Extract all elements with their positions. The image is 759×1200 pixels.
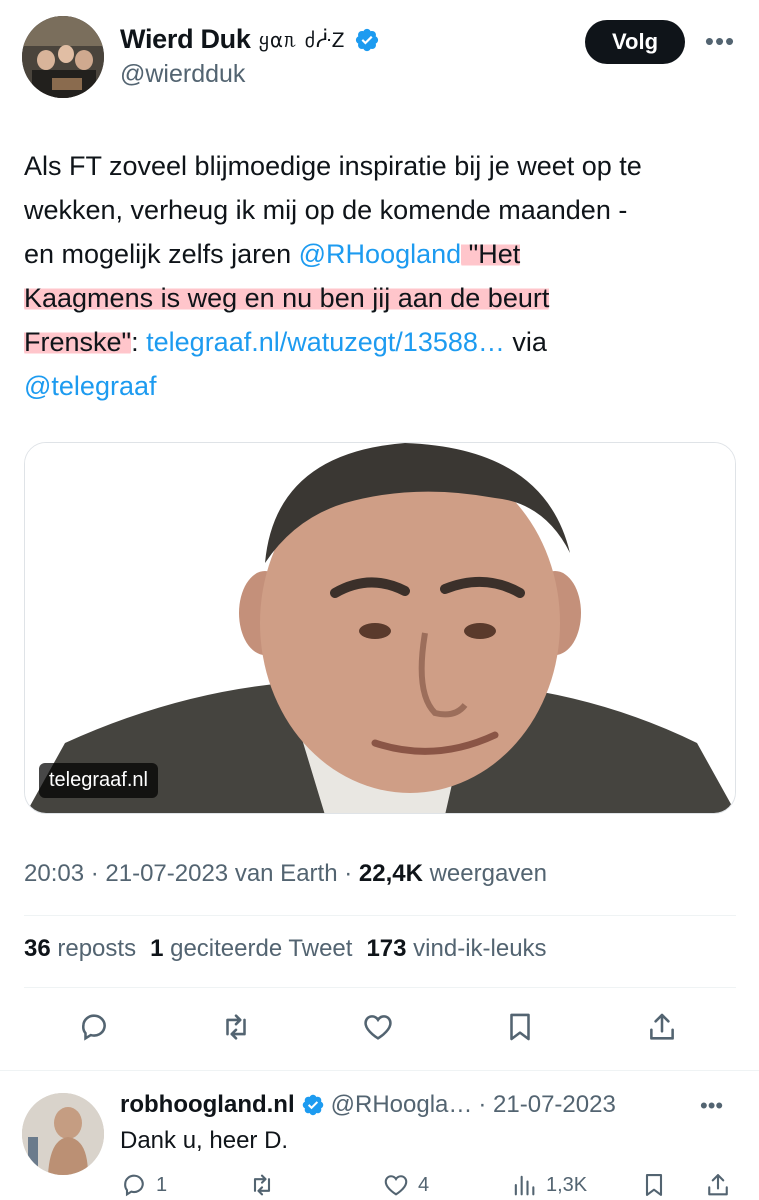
tweet-line-3: en mogelijk zelfs jaren @RHoogland "Het xyxy=(24,232,736,276)
tweet-line-6: @telegraaf xyxy=(24,364,736,408)
reply-bookmark-button[interactable] xyxy=(640,1171,668,1199)
quotes-label: geciteerde Tweet xyxy=(163,935,353,962)
reply-views-button[interactable]: 1,3K xyxy=(510,1171,587,1199)
quotes-count: 1 xyxy=(150,935,164,962)
views-chart-icon xyxy=(514,1175,535,1196)
divider xyxy=(24,987,736,988)
reply-icon xyxy=(82,1014,106,1041)
like-button[interactable] xyxy=(356,1005,400,1049)
reply-repost-button[interactable] xyxy=(248,1171,276,1199)
share-icon xyxy=(650,1013,674,1040)
tweet-line-4: Kaagmens is weg en nu ben jij aan de beu… xyxy=(24,276,736,320)
verified-badge-icon xyxy=(302,1094,323,1116)
reply-author-name[interactable]: robhoogland.nl xyxy=(120,1091,295,1119)
reply-date[interactable]: · 21-07-2023 xyxy=(478,1091,615,1119)
tweet-colon: : xyxy=(131,327,147,357)
mention-telegraaf[interactable]: @telegraaf xyxy=(24,371,156,401)
tweet-line-5: Frenske": telegraaf.nl/watuzegt/13588… v… xyxy=(24,320,736,364)
author-avatar[interactable] xyxy=(22,16,104,98)
link-preview-card[interactable]: telegraaf.nl xyxy=(24,442,736,814)
repost-icon xyxy=(253,1174,271,1196)
tweet-meta: 20:03 · 21-07-2023 van Earth · 22,4K wee… xyxy=(24,860,547,888)
quotes-stat[interactable]: 1 geciteerde Tweet xyxy=(150,935,352,962)
heart-icon xyxy=(384,1175,408,1196)
highlighted-quote-2: Kaagmens is weg en nu ben jij aan de beu… xyxy=(24,283,550,313)
author-display-name[interactable]: Wierd Duk xyxy=(120,24,251,55)
verified-badge-icon xyxy=(355,28,378,51)
likes-count: 173 xyxy=(366,935,407,962)
reply-more-options-icon[interactable]: ••• xyxy=(700,1093,723,1119)
tweet-line-3-text: en mogelijk zelfs jaren xyxy=(24,239,299,269)
card-domain-label: telegraaf.nl xyxy=(39,763,158,798)
share-icon xyxy=(708,1174,728,1196)
heart-icon xyxy=(364,1015,392,1040)
tweet-via: via xyxy=(504,327,547,357)
bookmark-icon xyxy=(645,1174,663,1196)
view-count: 22,4K xyxy=(358,860,423,887)
reply-author-handle[interactable]: @RHoogla… xyxy=(331,1091,473,1119)
bookmark-button[interactable] xyxy=(498,1005,542,1049)
author-name-suffix: ყαᥰ ძᓿᏃ xyxy=(258,27,346,52)
reposts-count: 36 xyxy=(24,935,51,962)
reposts-stat[interactable]: 36 reposts xyxy=(24,935,136,962)
card-photo xyxy=(25,443,735,813)
author-handle[interactable]: @wierdduk xyxy=(120,60,245,89)
tweet-action-bar xyxy=(0,1005,759,1055)
views-label: weergaven xyxy=(422,860,547,887)
share-button[interactable] xyxy=(640,1005,684,1049)
repost-icon xyxy=(226,1014,246,1040)
bookmark-icon xyxy=(510,1013,530,1041)
tweet-line-1: Als FT zoveel blijmoedige inspiratie bij… xyxy=(24,151,642,181)
reply-button[interactable] xyxy=(72,1005,116,1049)
reply-reply-button[interactable]: 1 xyxy=(120,1171,167,1199)
likes-stat[interactable]: 173 vind-ik-leuks xyxy=(366,935,546,962)
reply-views-count: 1,3K xyxy=(546,1173,588,1196)
article-link[interactable]: telegraaf.nl/watuzegt/13588… xyxy=(146,327,505,357)
reply-icon xyxy=(124,1174,144,1197)
reply-like-button[interactable]: 4 xyxy=(382,1171,429,1199)
likes-label: vind-ik-leuks xyxy=(406,935,547,962)
follow-button[interactable]: Volg xyxy=(585,20,685,64)
highlighted-quote-3: Frenske" xyxy=(24,327,132,357)
mention-rhoogland[interactable]: @RHoogland xyxy=(299,239,462,269)
reply-tweet[interactable]: robhoogland.nl @RHoogla… · 21-07-2023 ••… xyxy=(0,1070,759,1200)
reply-replies-count: 1 xyxy=(156,1173,168,1196)
reply-author-avatar[interactable] xyxy=(22,1093,104,1175)
reposts-label: reposts xyxy=(50,935,137,962)
engagement-stats: 36 reposts 1 geciteerde Tweet 173 vind-ik-… xyxy=(24,935,547,963)
more-options-icon[interactable]: ••• xyxy=(700,26,740,56)
reply-text: Dank u, heer D. xyxy=(120,1127,289,1154)
divider xyxy=(24,915,736,916)
reply-share-button[interactable] xyxy=(704,1171,732,1199)
tweet-timestamp[interactable]: 20:03 · 21-07-2023 van Earth · xyxy=(24,860,359,887)
tweet-line-2: wekken, verheug ik mij op de komende maa… xyxy=(24,195,628,225)
reply-likes-count: 4 xyxy=(418,1173,430,1196)
reply-action-bar: 1 4 1,3K xyxy=(120,1171,740,1200)
tweet-header: Wierd Duk ყαᥰ ძᓿᏃ @wierdduk Volg ••• xyxy=(0,0,759,110)
tweet-text: Als FT zoveel blijmoedige inspiratie bij… xyxy=(24,144,736,408)
highlighted-quote-1: "Het xyxy=(461,239,521,269)
repost-button[interactable] xyxy=(214,1005,258,1049)
